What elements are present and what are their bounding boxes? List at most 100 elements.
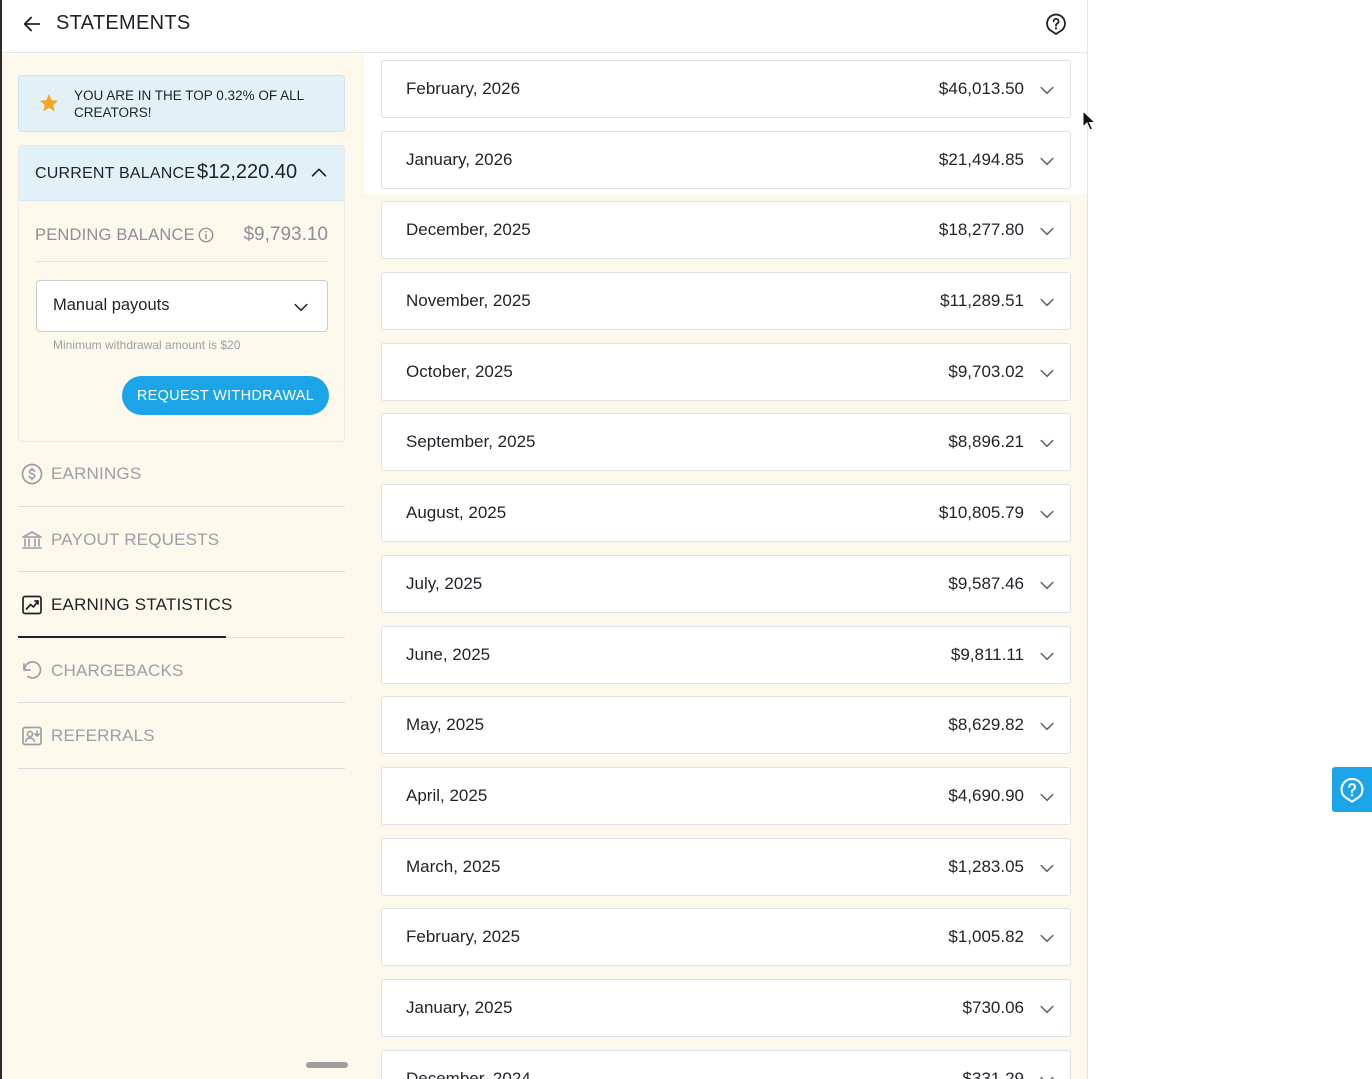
statement-row[interactable]: February, 2025 $1,005.82 (381, 908, 1071, 967)
statement-amount: $730.06 (962, 997, 1024, 1017)
undo-icon (23, 660, 42, 679)
payout-mode-select[interactable]: Manual payouts (36, 280, 328, 332)
statement-amount: $4,690.90 (948, 785, 1024, 805)
chevron-down-icon[interactable] (1037, 151, 1057, 171)
statement-row[interactable]: December, 2025 $18,277.80 (381, 201, 1071, 260)
chevron-down-icon[interactable] (1037, 221, 1057, 241)
sidebar-item-label: REFERRALS (51, 726, 155, 745)
chevron-down-icon[interactable] (1037, 716, 1057, 736)
statement-amount: $1,005.82 (948, 927, 1024, 947)
statement-month: October, 2025 (406, 361, 513, 381)
sidebar-item-label: CHARGEBACKS (51, 660, 184, 680)
statement-amount: $9,811.11 (950, 644, 1024, 664)
top-bar: STATEMENTS (2, 0, 1087, 53)
statement-amount: $21,494.85 (938, 149, 1024, 169)
statement-row[interactable]: May, 2025 $8,629.82 (381, 696, 1071, 755)
chevron-down-icon[interactable] (1037, 363, 1057, 383)
floating-help-button[interactable] (1332, 767, 1372, 812)
help-icon (1046, 13, 1066, 35)
chevron-down-icon[interactable] (1037, 999, 1057, 1019)
statements-list: February, 2026 $46,013.50 January, 2026 $21… (381, 60, 1071, 1079)
statement-row[interactable]: February, 2026 $46,013.50 (381, 60, 1071, 118)
current-balance-header[interactable]: CURRENT BALANCE $12,220.40 (19, 146, 344, 201)
help-icon (1340, 777, 1364, 803)
statement-month: May, 2025 (406, 715, 485, 735)
statement-month: April, 2025 (406, 785, 488, 805)
mouse-cursor-icon (1082, 110, 1097, 131)
statement-amount: $10,805.79 (938, 503, 1024, 523)
sidebar: YOU ARE IN THE TOP 0.32% OF ALL CREATORS… (2, 54, 364, 1079)
sidebar-item-label: EARNING STATISTICS (51, 595, 233, 614)
sidebar-item-label: EARNINGS (51, 464, 142, 483)
chevron-down-icon[interactable] (1037, 1070, 1057, 1079)
chevron-down-icon[interactable] (1037, 646, 1057, 666)
statement-amount: $8,629.82 (948, 715, 1024, 735)
dollar-circle-icon (21, 463, 43, 485)
chevron-down-icon[interactable] (1037, 787, 1057, 807)
chevron-down-icon[interactable] (1037, 80, 1057, 100)
statement-row[interactable]: January, 2026 $21,494.85 (381, 130, 1071, 189)
star-icon (39, 93, 59, 112)
request-withdrawal-button[interactable]: REQUEST WITHDRAWAL (122, 376, 329, 415)
statement-amount: $9,703.02 (948, 361, 1024, 381)
statement-month: September, 2025 (406, 432, 536, 452)
statement-row[interactable]: September, 2025 $8,896.21 (381, 413, 1071, 472)
statement-month: February, 2026 (406, 79, 521, 98)
sidebar-item-earnings[interactable]: EARNINGS (18, 441, 345, 507)
statement-row[interactable]: June, 2025 $9,811.11 (381, 625, 1071, 684)
chevron-down-icon[interactable] (1037, 433, 1057, 453)
statement-month: December, 2024 (406, 1068, 531, 1079)
chevron-up-icon[interactable] (308, 162, 330, 184)
statement-row[interactable]: April, 2025 $4,690.90 (381, 766, 1071, 825)
statement-row[interactable]: January, 2025 $730.06 (381, 978, 1071, 1037)
app-window: STATEMENTS YOU ARE IN THE TOP 0.32% OF A… (0, 0, 1088, 1079)
info-icon[interactable] (197, 226, 215, 244)
sidebar-item-referrals[interactable]: REFERRALS (18, 703, 345, 769)
min-withdrawal-note: Minimum withdrawal amount is $20 (53, 338, 241, 352)
sidebar-item-label: PAYOUT REQUESTS (51, 529, 220, 549)
arrow-left-icon (23, 16, 41, 32)
statement-row[interactable]: November, 2025 $11,289.51 (381, 272, 1071, 331)
sidebar-item-chargebacks[interactable]: CHARGEBACKS (18, 638, 345, 703)
statement-row[interactable]: October, 2025 $9,703.02 (381, 342, 1071, 401)
referral-icon (22, 726, 42, 746)
statement-row[interactable]: August, 2025 $10,805.79 (381, 484, 1071, 543)
statement-month: November, 2025 (406, 291, 531, 311)
pending-balance-row: PENDING BALANCE $9,793.10 (35, 212, 328, 262)
chevron-down-icon[interactable] (1037, 292, 1057, 312)
page-title: STATEMENTS (56, 12, 191, 34)
statement-month: June, 2025 (406, 644, 491, 664)
statement-row[interactable]: July, 2025 $9,587.46 (381, 554, 1071, 613)
chart-icon (22, 595, 42, 615)
statement-month: July, 2025 (406, 573, 483, 593)
pending-balance-label: PENDING BALANCE (35, 226, 195, 244)
statement-month: December, 2025 (406, 220, 531, 240)
pending-balance-value: $9,793.10 (243, 224, 328, 245)
statement-amount: $46,013.50 (938, 79, 1024, 98)
sidebar-item-payout-requests[interactable]: PAYOUT REQUESTS (18, 507, 345, 572)
sidebar-nav: EARNINGS PAYOUT REQUESTS EARNING STATIST… (18, 441, 345, 769)
top-creator-text: YOU ARE IN THE TOP 0.32% OF ALL CREATORS… (74, 88, 304, 120)
chevron-down-icon[interactable] (1037, 928, 1057, 948)
statement-amount: $18,277.80 (938, 220, 1024, 240)
statements-panel: February, 2026 $46,013.50 January, 2026 $21… (364, 54, 1087, 1079)
statement-amount: $1,283.05 (948, 856, 1024, 876)
current-balance-value: $12,220.40 (197, 161, 298, 183)
statement-month: February, 2025 (406, 927, 521, 947)
statement-month: January, 2025 (406, 997, 513, 1017)
chevron-down-icon[interactable] (1037, 504, 1057, 524)
statement-amount: $11,289.51 (940, 291, 1024, 311)
top-creator-badge: YOU ARE IN THE TOP 0.32% OF ALL CREATORS… (18, 75, 345, 132)
chevron-down-icon[interactable] (1037, 858, 1057, 878)
chevron-down-icon[interactable] (1037, 575, 1057, 595)
back-button[interactable] (20, 12, 44, 36)
statement-row[interactable]: December, 2024 $331.29 (381, 1049, 1071, 1079)
sidebar-item-earning-statistics[interactable]: EARNING STATISTICS (18, 572, 345, 638)
statement-amount: $9,587.46 (948, 573, 1024, 593)
statement-row[interactable]: March, 2025 $1,283.05 (381, 837, 1071, 896)
payout-mode-value: Manual payouts (53, 296, 170, 314)
statement-month: August, 2025 (406, 503, 507, 523)
help-button[interactable] (1043, 11, 1069, 37)
scroll-handle[interactable] (306, 1062, 348, 1068)
statement-month: January, 2026 (406, 149, 513, 169)
